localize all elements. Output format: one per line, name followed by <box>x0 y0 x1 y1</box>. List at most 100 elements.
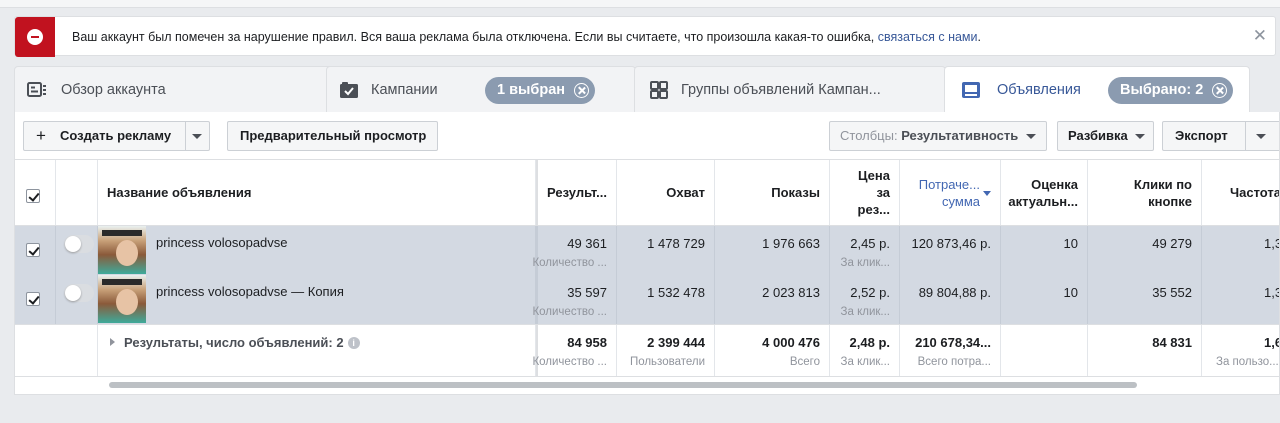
totals-relevance-cell <box>1001 325 1088 376</box>
columns-dropdown[interactable]: Столбцы: Результативность <box>829 121 1047 151</box>
ad-thumbnail <box>98 226 146 274</box>
ad-status-toggle[interactable] <box>64 284 94 302</box>
create-ad-dropdown[interactable] <box>192 122 202 150</box>
frequency-cell: 1,34 <box>1202 226 1279 275</box>
plus-icon: + <box>36 126 46 145</box>
ads-selected-pill[interactable]: Выбрано: 2 <box>1108 77 1234 104</box>
results-sub: Количество ... <box>532 306 607 318</box>
totals-impressions-value: 4 000 476 <box>762 335 820 350</box>
tab-campaigns[interactable]: Кампании 1 выбран <box>326 66 636 112</box>
totals-impressions-cell: 4 000 476 Всего <box>715 325 830 376</box>
totals-frequency-sub: За пользо... <box>1216 356 1279 368</box>
header-frequency[interactable]: Частота <box>1202 160 1280 225</box>
create-ad-split-button: + Создать рекламу <box>23 121 210 151</box>
header-cost-per-result[interactable]: Цена за рез... <box>830 160 900 225</box>
account-overview-icon <box>27 82 46 97</box>
clicks-value: 49 279 <box>1152 236 1192 251</box>
relevance-value: 10 <box>1063 236 1078 251</box>
ads-icon <box>962 82 980 98</box>
results-value: 49 361 <box>567 236 607 251</box>
clear-ads-selection-icon[interactable] <box>1212 83 1228 98</box>
totals-results-value: 84 958 <box>567 335 607 350</box>
impressions-cell: 2 023 813 <box>715 275 830 324</box>
header-relevance-line2: актуальн... <box>1008 194 1078 209</box>
ad-name-cell[interactable]: princess volosopadvse — Копия <box>98 275 536 324</box>
stop-icon <box>15 17 55 57</box>
columns-label: Столбцы: <box>840 128 898 143</box>
totals-cpr-cell: 2,48 р. За клик... <box>830 325 900 376</box>
ads-pill-label: Выбрано: 2 <box>1120 82 1204 98</box>
row-toggle-cell <box>56 226 98 275</box>
export-button[interactable]: Экспорт <box>1175 122 1228 150</box>
columns-value: Результативность <box>901 128 1019 143</box>
relevance-value: 10 <box>1063 285 1078 300</box>
header-cpr-line3: рез... <box>857 202 890 217</box>
header-reach-label: Охват <box>666 185 705 200</box>
chevron-down-icon <box>1256 134 1266 140</box>
row-checkbox[interactable] <box>26 292 40 306</box>
header-relevance-line1: Оценка <box>1031 177 1078 192</box>
table-row[interactable]: princess volosopadvse 49 361 Количество … <box>15 226 1279 275</box>
totals-reach-value: 2 399 444 <box>647 335 705 350</box>
header-reach[interactable]: Охват <box>617 160 715 225</box>
clear-selection-icon[interactable] <box>574 83 590 98</box>
frequency-value: 1,34 <box>1264 236 1279 251</box>
breakdown-dropdown[interactable]: Разбивка <box>1057 121 1154 151</box>
alert-message: Ваш аккаунт был помечен за нарушение пра… <box>72 30 981 44</box>
ad-name-cell[interactable]: princess volosopadvse <box>98 226 536 275</box>
header-clicks-line2: кнопке <box>1148 194 1192 209</box>
campaigns-selected-pill[interactable]: 1 выбран <box>485 77 596 104</box>
table-row[interactable]: princess volosopadvse — Копия 35 597 Кол… <box>15 275 1279 324</box>
reach-cell: 1 478 729 <box>617 226 715 275</box>
ad-name[interactable]: princess volosopadvse — Копия <box>156 284 344 299</box>
tab-adsets[interactable]: Группы объявлений Кампан... <box>634 66 946 112</box>
header-amount-spent[interactable]: Потраче... сумма <box>900 160 1001 225</box>
frequency-value: 1,32 <box>1264 285 1279 300</box>
contact-us-link[interactable]: связаться с нами <box>878 30 978 44</box>
export-split-button: Экспорт <box>1162 121 1279 151</box>
header-toggle-cell <box>56 160 98 225</box>
totals-spent-sub: Всего потра... <box>917 356 991 368</box>
header-ad-name[interactable]: Название объявления <box>98 160 536 225</box>
tab-campaigns-label: Кампании <box>371 82 438 98</box>
totals-impressions-sub: Всего <box>789 356 820 368</box>
tab-ads[interactable]: Объявления Выбрано: 2 <box>944 66 1250 114</box>
alert-text: Ваш аккаунт был помечен за нарушение пра… <box>72 30 878 44</box>
spent-cell: 120 873,46 р. <box>900 226 1001 275</box>
top-strip <box>0 0 1280 8</box>
results-cell: 35 597 Количество ... <box>532 275 617 324</box>
header-button-clicks[interactable]: Клики по кнопке <box>1088 160 1202 225</box>
export-dropdown[interactable] <box>1256 122 1266 150</box>
header-clicks-line1: Клики по <box>1133 177 1192 192</box>
expand-triangle-icon[interactable] <box>110 338 115 346</box>
select-all-checkbox[interactable] <box>26 189 40 203</box>
header-impressions[interactable]: Показы <box>715 160 830 225</box>
header-results[interactable]: Результ... <box>536 160 617 225</box>
totals-frequency-value: 1,67 <box>1264 335 1279 350</box>
results-sub: Количество ... <box>532 257 607 269</box>
clicks-cell: 35 552 <box>1088 275 1202 324</box>
tab-account-overview[interactable]: Обзор аккаунта <box>14 66 336 112</box>
totals-spent-cell: 210 678,34... Всего потра... <box>900 325 1001 376</box>
totals-label-cell[interactable]: Результаты, число объявлений: 2i <box>98 325 536 376</box>
horizontal-scrollbar[interactable] <box>109 382 1137 388</box>
header-checkbox-cell <box>15 160 56 225</box>
impressions-cell: 1 976 663 <box>715 226 830 275</box>
close-icon[interactable]: ✕ <box>1253 27 1267 44</box>
ad-name[interactable]: princess volosopadvse <box>156 235 288 250</box>
create-ad-button[interactable]: Создать рекламу <box>60 122 171 150</box>
header-results-label: Результ... <box>547 185 607 200</box>
totals-empty-cell <box>15 325 98 376</box>
row-checkbox[interactable] <box>26 243 40 257</box>
ad-status-toggle[interactable] <box>64 235 94 253</box>
chevron-down-icon <box>1025 134 1036 140</box>
frequency-cell: 1,32 <box>1202 275 1279 324</box>
info-icon[interactable]: i <box>347 337 360 349</box>
preview-button[interactable]: Предварительный просмотр <box>227 121 438 151</box>
header-relevance-score[interactable]: Оценка актуальн... <box>1001 160 1088 225</box>
totals-row: Результаты, число объявлений: 2i 84 958 … <box>15 324 1279 377</box>
cpr-sub: За клик... <box>840 306 890 318</box>
totals-reach-sub: Пользователи <box>629 356 705 368</box>
header-frequency-label: Частота <box>1230 185 1280 200</box>
table-header: Название объявления Результ... Охват Пок… <box>15 159 1280 226</box>
